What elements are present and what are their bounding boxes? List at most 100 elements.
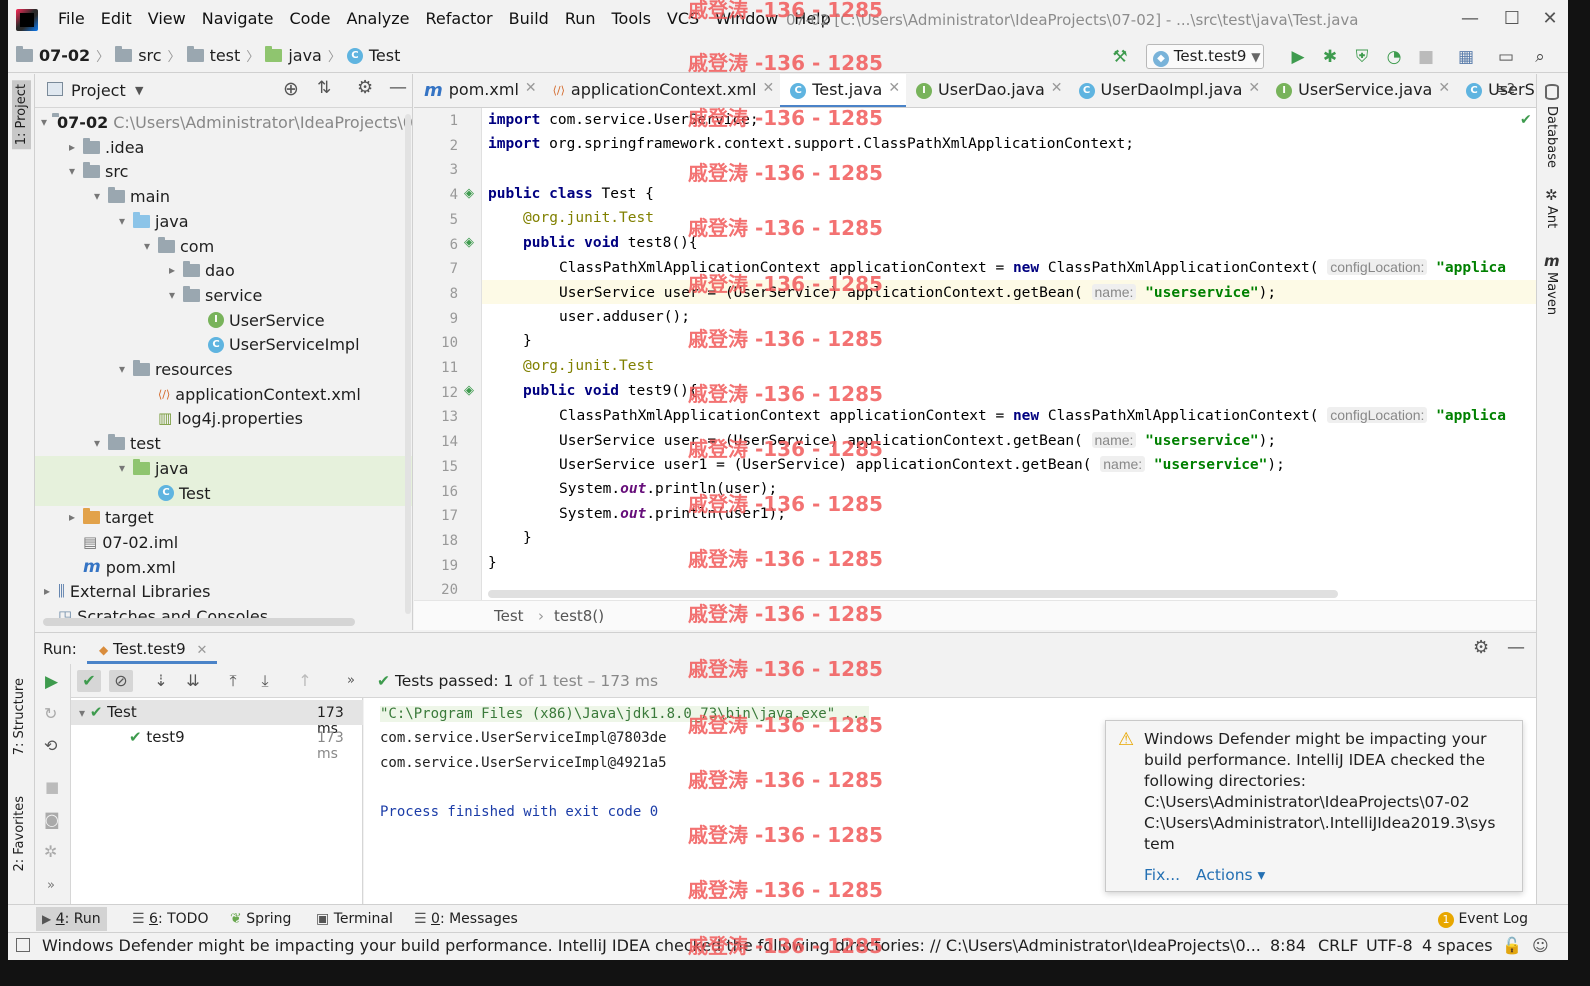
editor-tab[interactable]: I UserService.java ✕ — [1266, 74, 1456, 107]
ant-tool-tab[interactable]: Ant — [1544, 206, 1559, 228]
chevron-right-icon[interactable]: ▸ — [166, 258, 178, 283]
status-message[interactable]: Windows Defender might be impacting your… — [42, 933, 1260, 959]
menu-edit[interactable]: Edit — [93, 9, 140, 28]
editor-tab[interactable]: ⟨/⟩ applicationContext.xml ✕ — [543, 74, 781, 107]
tree-item[interactable]: ▾ java — [35, 209, 412, 234]
tree-item[interactable]: ▾ resources — [35, 357, 412, 382]
menu-file[interactable]: File — [50, 9, 93, 28]
close-tab-icon[interactable]: ✕ — [1248, 80, 1260, 96]
tree-item[interactable]: ▾ com — [35, 234, 412, 259]
close-tab-icon[interactable]: ✕ — [196, 643, 207, 658]
breadcrumb-item-project[interactable]: 07-02 — [39, 46, 90, 65]
tab-overflow-menu[interactable]: ≡2 — [1496, 82, 1515, 97]
menu-analyze[interactable]: Analyze — [338, 9, 417, 28]
tree-item[interactable]: ▾ src — [35, 159, 412, 184]
run-gutter-icon[interactable]: ◈ — [464, 186, 474, 201]
editor-horizontal-scrollbar[interactable] — [488, 590, 1338, 598]
chevron-down-icon[interactable]: ▾ — [116, 357, 128, 382]
close-tab-icon[interactable]: ✕ — [888, 80, 900, 96]
breadcrumb-item-test[interactable]: test — [210, 46, 241, 65]
menu-run[interactable]: Run — [557, 9, 604, 28]
chevron-right-icon[interactable]: ▸ — [66, 505, 78, 530]
menu-code[interactable]: Code — [282, 9, 339, 28]
caret-position[interactable]: 8:84 — [1270, 933, 1306, 959]
menu-window[interactable]: Window — [707, 9, 786, 28]
chevron-down-icon[interactable]: ▼ — [135, 84, 143, 97]
file-encoding[interactable]: UTF-8 — [1366, 933, 1413, 959]
menu-vcs[interactable]: VCS — [659, 9, 707, 28]
maximize-icon[interactable]: ☐ — [1492, 8, 1532, 29]
tree-item[interactable]: I UserService — [35, 308, 412, 333]
breadcrumb-item-test-class[interactable]: Test — [369, 46, 401, 65]
more-icon[interactable]: » — [47, 878, 55, 893]
fix-link[interactable]: Fix... — [1144, 865, 1180, 886]
tree-item[interactable]: ⟨/⟩ applicationContext.xml — [35, 382, 412, 407]
camera-icon[interactable]: ◙ — [44, 810, 60, 829]
tree-item[interactable]: ▸ target — [35, 505, 412, 530]
expand-all-icon[interactable]: ⤒ — [221, 670, 245, 692]
chevron-down-icon[interactable]: ▾ — [116, 456, 128, 481]
chevron-down-icon[interactable]: ▾ — [41, 110, 47, 135]
indent-setting[interactable]: 4 spaces — [1422, 933, 1493, 959]
gear-icon[interactable]: ⚙ — [1473, 637, 1489, 658]
editor-tab[interactable]: C Test.java ✕ — [780, 74, 907, 107]
close-tab-icon[interactable]: ✕ — [525, 80, 537, 96]
menu-navigate[interactable]: Navigate — [194, 9, 282, 28]
spring-tool-tab[interactable]: ❦ Spring — [224, 907, 297, 931]
chevron-down-icon[interactable]: ▾ — [166, 283, 178, 308]
menu-view[interactable]: View — [140, 9, 194, 28]
tree-item[interactable]: ▾ java — [35, 455, 412, 481]
show-passed-icon[interactable]: ✔ — [77, 670, 101, 692]
search-icon[interactable]: ⌕ — [1530, 47, 1550, 67]
messages-tool-tab[interactable]: ☰ 0: Messages — [408, 907, 524, 931]
tree-item[interactable]: ▾ 07-02 C:\Users\Administrator\IdeaProject… — [35, 110, 412, 135]
collapse-all-icon[interactable]: ⇅ — [317, 78, 331, 98]
code-editor[interactable]: import com.service.UserService; import o… — [482, 108, 1536, 600]
editor-tab[interactable]: I UserDao.java ✕ — [906, 74, 1068, 107]
inspection-ok-icon[interactable]: ✔ — [1520, 112, 1532, 128]
project-view-select[interactable]: Project — [71, 81, 126, 100]
run-tab-test9[interactable]: ◆ Test.test9 ✕ — [87, 633, 218, 664]
chevron-down-icon[interactable]: ▾ — [66, 159, 78, 184]
tree-item[interactable]: ▾ service — [35, 283, 412, 308]
run-gutter-icon[interactable]: ◈ — [464, 235, 474, 250]
stop-icon[interactable]: ■ — [45, 778, 59, 796]
toggle-auto-test-icon[interactable]: ⟲ — [44, 736, 57, 755]
sort-alphabetically-icon[interactable]: ⇣ — [149, 670, 173, 692]
line-separator[interactable]: CRLF — [1318, 933, 1358, 959]
actions-link[interactable]: Actions ▾ — [1196, 865, 1265, 886]
database-icon[interactable] — [1545, 84, 1559, 100]
previous-failed-icon[interactable]: ↑ — [293, 670, 317, 692]
run-gutter-icon[interactable]: ◈ — [464, 383, 474, 398]
project-structure-icon[interactable]: ▦ — [1456, 47, 1476, 67]
gear-icon[interactable]: ⚙ — [357, 77, 373, 98]
build-hammer-icon[interactable]: ⚒ — [1110, 47, 1130, 67]
editor-tab[interactable]: m pom.xml ✕ — [414, 74, 543, 107]
terminal-window-icon[interactable]: ▭ — [1496, 47, 1516, 67]
chevron-down-icon[interactable]: ▾ — [141, 234, 153, 259]
locate-target-icon[interactable]: ⊕ — [283, 78, 299, 100]
stop-icon[interactable]: ■ — [1416, 47, 1436, 67]
run-icon[interactable]: ▶ — [1288, 47, 1308, 67]
breadcrumb-item-java[interactable]: java — [288, 46, 322, 65]
profile-icon[interactable]: ◔ — [1384, 47, 1404, 67]
pin-icon[interactable]: ✲ — [44, 842, 57, 861]
maven-tool-tab[interactable]: Maven — [1544, 272, 1559, 315]
chevron-down-icon[interactable]: ▾ — [116, 209, 128, 234]
tree-item[interactable]: C UserServiceImpl — [35, 332, 412, 357]
tree-item[interactable]: ▾ main — [35, 184, 412, 209]
tree-item[interactable]: ▾ test — [35, 431, 412, 456]
editor-tab[interactable]: C UserDaoImpl.java ✕ — [1069, 74, 1267, 107]
vertical-scrollbar[interactable] — [405, 114, 411, 614]
close-tab-icon[interactable]: ✕ — [1051, 80, 1063, 96]
database-tool-tab[interactable]: Database — [1544, 106, 1559, 168]
run-configuration-select[interactable]: ◆ Test.test9 ▼ — [1146, 44, 1264, 69]
test-row-method[interactable]: ✔ test9 — [129, 728, 185, 746]
horizontal-scrollbar[interactable] — [43, 618, 355, 626]
chevron-right-icon[interactable]: ▸ — [41, 579, 53, 604]
test-row-class[interactable]: ▾ ✔ Test — [79, 703, 137, 721]
breadcrumb-item-src[interactable]: src — [138, 46, 161, 65]
breadcrumb-class[interactable]: Test — [494, 607, 524, 625]
run-tool-tab[interactable]: ▶ 4: Run — [36, 907, 107, 931]
tree-item[interactable]: ▥ log4j.properties — [35, 406, 412, 431]
